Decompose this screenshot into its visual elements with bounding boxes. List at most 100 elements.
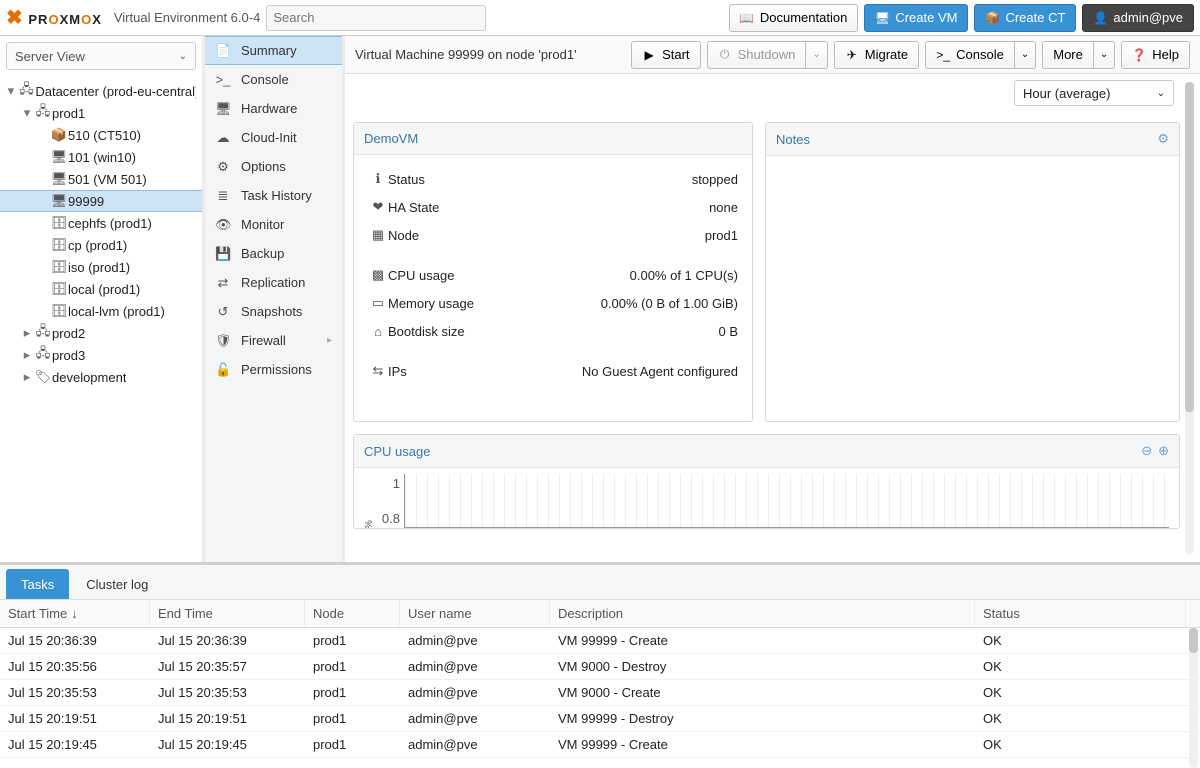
tree-node-prod2[interactable]: ▸🖧prod2 bbox=[0, 322, 202, 344]
notes-body[interactable] bbox=[766, 156, 1179, 416]
tree-node-prod3[interactable]: ▸🖧prod3 bbox=[0, 344, 202, 366]
timerange-select[interactable]: Hour (average) ⌄ bbox=[1014, 80, 1174, 106]
subnav-backup[interactable]: 💾 Backup bbox=[205, 239, 342, 268]
cell-node: prod1 bbox=[305, 628, 400, 653]
col-end-time[interactable]: End Time bbox=[150, 600, 305, 627]
search-input[interactable] bbox=[266, 5, 486, 31]
user-menu-button[interactable]: 👤 admin@pve bbox=[1082, 4, 1194, 32]
tasks-scrollbar[interactable] bbox=[1189, 628, 1198, 768]
tree-node-icon: 🖥 bbox=[50, 193, 68, 209]
shutdown-caret[interactable]: ⌄ bbox=[806, 41, 827, 69]
tree-node-label: prod2 bbox=[52, 326, 85, 341]
tree-node-label: 99999 bbox=[68, 194, 104, 209]
col-node[interactable]: Node bbox=[305, 600, 400, 627]
status-row-icon: ▩ bbox=[368, 267, 388, 283]
terminal-icon: >_ bbox=[936, 48, 950, 62]
tree-item-cp[interactable]: 🗄cp (prod1) bbox=[0, 234, 202, 256]
plus-circle-icon[interactable]: ⊕ bbox=[1158, 443, 1169, 459]
gear-icon[interactable]: ⚙ bbox=[1157, 131, 1169, 147]
chevron-down-icon: ⌄ bbox=[812, 49, 820, 60]
tree-item-99999[interactable]: 🖥99999 bbox=[0, 190, 202, 212]
tree-node-icon: 🖥 bbox=[50, 171, 68, 187]
view-selector[interactable]: Server View ⌄ bbox=[6, 42, 196, 70]
tree-item-101[interactable]: 🖥101 (win10) bbox=[0, 146, 202, 168]
subnav-snapshots[interactable]: ↺Snapshots bbox=[205, 297, 342, 326]
tree-node-label: 510 (CT510) bbox=[68, 128, 141, 143]
summary-panels: DemoVM ℹStatusstopped❤HA Statenone▦Nodep… bbox=[353, 122, 1180, 422]
subnav-options[interactable]: ⚙Options bbox=[205, 152, 342, 181]
console-caret[interactable]: ⌄ bbox=[1015, 41, 1036, 69]
tasks-body: Jul 15 20:36:39Jul 15 20:36:39prod1admin… bbox=[0, 628, 1200, 768]
tree-datacenter[interactable]: ▾🖧Datacenter (prod-eu-central) bbox=[0, 80, 202, 102]
col-start-time[interactable]: Start Time↓ bbox=[0, 600, 150, 627]
col-user[interactable]: User name bbox=[400, 600, 550, 627]
status-row-label: HA State bbox=[388, 200, 518, 215]
tab-tasks[interactable]: Tasks bbox=[6, 569, 69, 599]
subnav-task-history[interactable]: ≣Task History bbox=[205, 181, 342, 210]
tree-item-local-lvm[interactable]: 🗄local-lvm (prod1) bbox=[0, 300, 202, 322]
more-caret[interactable]: ⌄ bbox=[1094, 41, 1115, 69]
main-scrollbar[interactable] bbox=[1185, 82, 1194, 554]
help-button[interactable]: ❓ Help bbox=[1121, 41, 1190, 69]
cell-node: prod1 bbox=[305, 654, 400, 679]
task-row[interactable]: Jul 15 20:19:51Jul 15 20:19:51prod1admin… bbox=[0, 706, 1200, 732]
tree-node-development[interactable]: ▸🏷development bbox=[0, 366, 202, 388]
subnav-monitor[interactable]: 👁Monitor bbox=[205, 210, 342, 239]
status-row-label: IPs bbox=[388, 364, 518, 379]
start-label: Start bbox=[662, 47, 689, 62]
cell-desc: VM 99999 - Create bbox=[550, 732, 975, 757]
subnav-hardware[interactable]: 🖥Hardware bbox=[205, 94, 342, 123]
tree-item-501[interactable]: 🖥501 (VM 501) bbox=[0, 168, 202, 190]
create-vm-label: Create VM bbox=[895, 10, 957, 25]
task-row[interactable]: Jul 15 20:35:56Jul 15 20:35:57prod1admin… bbox=[0, 654, 1200, 680]
subnav-replication[interactable]: ⇄Replication bbox=[205, 268, 342, 297]
subnav-icon: 📄 bbox=[215, 43, 231, 59]
tree-node-label: cp (prod1) bbox=[68, 238, 127, 253]
tab-cluster-log[interactable]: Cluster log bbox=[71, 569, 163, 599]
cell-end: Jul 15 20:36:39 bbox=[150, 628, 305, 653]
tree-node-label: 101 (win10) bbox=[68, 150, 136, 165]
cell-start: Jul 15 20:36:39 bbox=[0, 628, 150, 653]
subnav-icon: ⚙ bbox=[215, 159, 231, 175]
col-status[interactable]: Status bbox=[975, 600, 1186, 627]
shutdown-button[interactable]: ⏻ Shutdown bbox=[707, 41, 807, 69]
tree-node-label: local-lvm (prod1) bbox=[68, 304, 165, 319]
subnav-summary[interactable]: 📄Summary bbox=[205, 36, 342, 65]
tree-node-prod1[interactable]: ▾🖧prod1 bbox=[0, 102, 202, 124]
console-button[interactable]: >_ Console bbox=[925, 41, 1015, 69]
subnav-console[interactable]: >_Console bbox=[205, 65, 342, 94]
cpu-panel-title: CPU usage bbox=[364, 444, 430, 459]
subnav-icon: ≣ bbox=[215, 188, 231, 204]
task-row[interactable]: Jul 15 20:19:45Jul 15 20:19:45prod1admin… bbox=[0, 732, 1200, 758]
chevron-down-icon: ⌄ bbox=[1100, 49, 1108, 60]
task-row[interactable]: Jul 15 20:35:53Jul 15 20:35:53prod1admin… bbox=[0, 680, 1200, 706]
tree-node-icon: 🗄 bbox=[50, 215, 68, 231]
status-row-icon: ▦ bbox=[368, 227, 388, 243]
more-button[interactable]: More bbox=[1042, 41, 1094, 69]
create-ct-button[interactable]: 📦 Create CT bbox=[974, 4, 1076, 32]
subnav-permissions[interactable]: 🔓Permissions bbox=[205, 355, 342, 384]
subnav-label: Backup bbox=[241, 246, 284, 261]
tree-item-iso[interactable]: 🗄iso (prod1) bbox=[0, 256, 202, 278]
subnav-firewall[interactable]: 🛡Firewall▸ bbox=[205, 326, 342, 355]
subnav-icon: 💾 bbox=[215, 246, 231, 262]
col-description[interactable]: Description bbox=[550, 600, 975, 627]
tree-column: Server View ⌄ ▾🖧Datacenter (prod-eu-cent… bbox=[0, 36, 205, 562]
tree-item-cephfs[interactable]: 🗄cephfs (prod1) bbox=[0, 212, 202, 234]
tree-node-icon: 📦 bbox=[50, 127, 68, 143]
minus-circle-icon[interactable]: ⊖ bbox=[1141, 443, 1152, 459]
create-vm-button[interactable]: 🖥 Create VM bbox=[864, 4, 968, 32]
tree-item-510[interactable]: 📦510 (CT510) bbox=[0, 124, 202, 146]
status-row: ▭Memory usage0.00% (0 B of 1.00 GiB) bbox=[368, 289, 738, 317]
bottom-tabs: TasksCluster log bbox=[0, 565, 1200, 599]
tree-node-icon: 🖧 bbox=[34, 344, 52, 366]
task-row[interactable]: Jul 15 20:36:39Jul 15 20:36:39prod1admin… bbox=[0, 628, 1200, 654]
start-button[interactable]: ▶ Start bbox=[631, 41, 700, 69]
user-label: admin@pve bbox=[1113, 10, 1183, 25]
cell-desc: VM 99999 - Destroy bbox=[550, 706, 975, 731]
tree-item-local[interactable]: 🗄local (prod1) bbox=[0, 278, 202, 300]
migrate-button[interactable]: ✈ Migrate bbox=[834, 41, 919, 69]
subnav-label: Firewall bbox=[241, 333, 286, 348]
subnav-cloud-init[interactable]: ☁Cloud-Init bbox=[205, 123, 342, 152]
documentation-button[interactable]: 📖 Documentation bbox=[729, 4, 858, 32]
